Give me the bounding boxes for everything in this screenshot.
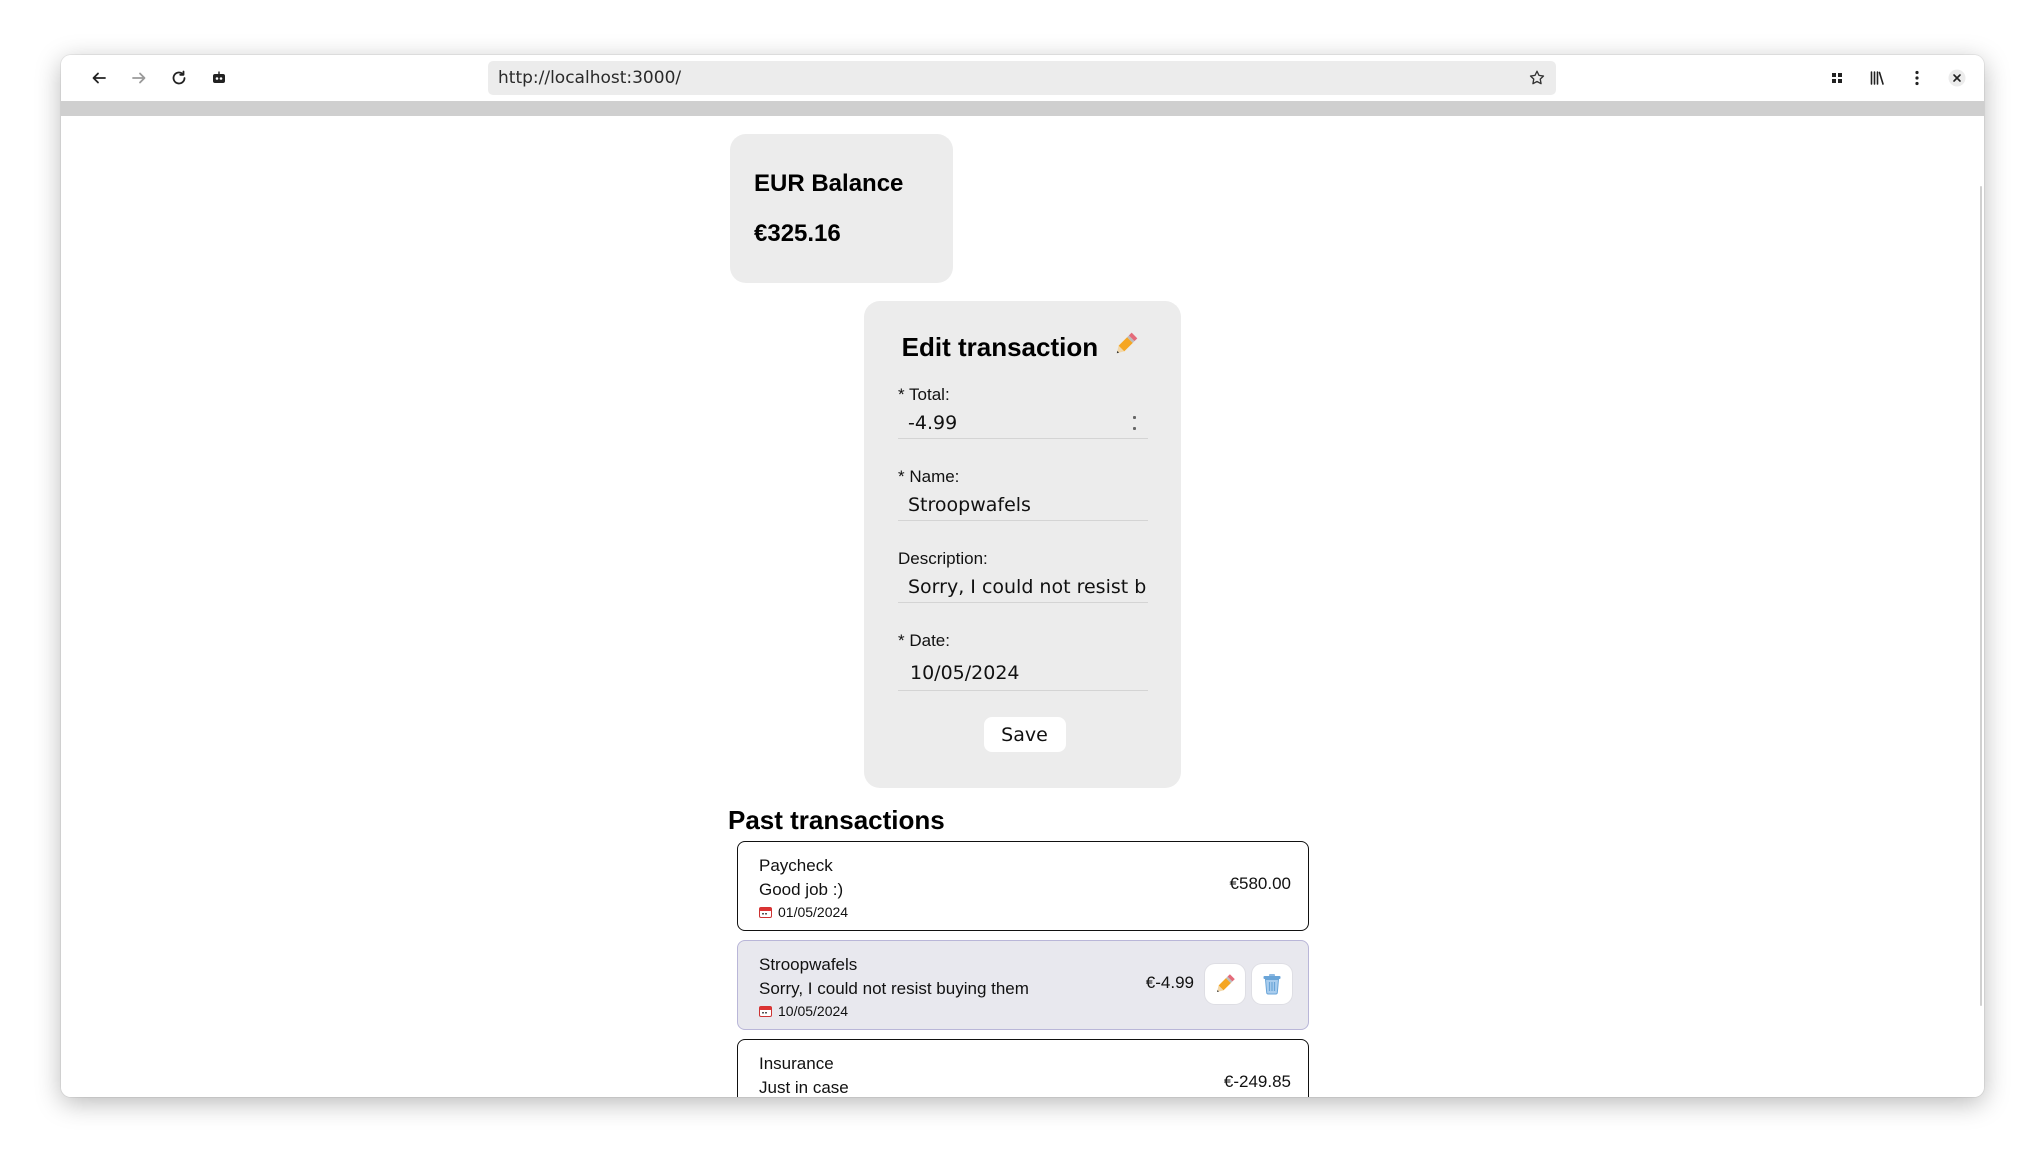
balance-value: €325.16 (754, 220, 841, 247)
description-field: Description: Sorry, I could not resist b (898, 549, 1149, 603)
vertical-scrollbar[interactable] (1980, 186, 1982, 1006)
robot-icon (213, 71, 225, 83)
library-icon (1870, 71, 1884, 85)
edit-form-title-text: Edit transaction (901, 332, 1099, 362)
transaction-date: 01/05/2024 (759, 903, 1290, 921)
forward-button[interactable] (123, 62, 155, 94)
reload-button[interactable] (163, 62, 195, 94)
description-label: Description: (898, 549, 988, 568)
calendar-icon (759, 1006, 772, 1017)
total-field: * Total: -4.99 (898, 385, 1149, 439)
save-button[interactable]: Save (983, 717, 1066, 752)
date-field: * Date: 10/05/2024 (898, 631, 1149, 691)
balance-title: EUR Balance (754, 170, 904, 197)
past-transactions-heading: Past transactions (728, 805, 945, 835)
transaction-amount: €-249.85 (1223, 1072, 1291, 1091)
back-button[interactable] (83, 62, 115, 94)
date-input[interactable]: 10/05/2024 (898, 653, 1148, 691)
edit-transaction-button[interactable] (1205, 964, 1245, 1004)
menu-button[interactable] (1901, 62, 1933, 94)
delete-transaction-button[interactable] (1252, 964, 1292, 1004)
transaction-date-text: 10/05/2024 (778, 1003, 849, 1019)
kebab-menu-icon (1915, 70, 1919, 86)
arrow-right-icon (132, 72, 146, 84)
grid-icon (1832, 73, 1842, 83)
arrow-left-icon (92, 72, 106, 84)
transaction-amount: €-4.99 (1145, 973, 1194, 992)
edit-form-title: Edit transaction (894, 329, 1149, 365)
toolbar-divider (61, 101, 1984, 116)
number-stepper-icon[interactable] (1130, 416, 1138, 430)
transaction-item[interactable]: Insurance Just in case €-249.85 (737, 1039, 1309, 1097)
site-info-button[interactable] (203, 62, 235, 94)
browser-window: http://localhost:3000/ EUR Balance €325.… (61, 55, 1984, 1097)
transaction-amount: €580.00 (1229, 874, 1291, 893)
balance-card: EUR Balance €325.16 (730, 134, 953, 283)
close-icon (1948, 69, 1966, 87)
total-value: -4.99 (908, 412, 958, 434)
name-value: Stroopwafels (908, 494, 1031, 516)
transaction-name: Insurance (759, 1054, 834, 1073)
browser-toolbar: http://localhost:3000/ (61, 55, 1984, 101)
reload-icon (172, 70, 186, 85)
transaction-name: Paycheck (759, 856, 833, 875)
name-field: * Name: Stroopwafels (898, 467, 1149, 521)
total-input[interactable]: -4.99 (898, 407, 1148, 439)
name-input[interactable]: Stroopwafels (898, 489, 1148, 521)
transaction-date-text: 01/05/2024 (778, 904, 849, 920)
transaction-date: 10/05/2024 (759, 1002, 1290, 1020)
description-value: Sorry, I could not resist b (908, 576, 1147, 598)
bookmark-star-icon[interactable] (1526, 67, 1548, 89)
pencil-icon (1217, 974, 1235, 992)
date-label: * Date: (898, 631, 950, 650)
trash-icon (1263, 974, 1281, 995)
name-label: * Name: (898, 467, 960, 486)
transaction-description: Just in case (759, 1078, 849, 1097)
library-button[interactable] (1861, 62, 1893, 94)
description-input[interactable]: Sorry, I could not resist b (898, 571, 1148, 603)
close-window-button[interactable] (1941, 62, 1973, 94)
address-bar[interactable]: http://localhost:3000/ (488, 61, 1556, 95)
transaction-item-selected[interactable]: Stroopwafels Sorry, I could not resist b… (737, 940, 1309, 1030)
extensions-button[interactable] (1821, 62, 1853, 94)
url-text: http://localhost:3000/ (498, 68, 682, 88)
page-viewport: EUR Balance €325.16 Edit transaction * T… (61, 116, 1984, 1097)
transaction-item[interactable]: Paycheck Good job :) 01/05/2024 €580.00 (737, 841, 1309, 931)
pencil-icon (1117, 332, 1138, 354)
total-label: * Total: (898, 385, 950, 404)
edit-transaction-form: Edit transaction * Total: -4.99 * Name: … (864, 301, 1181, 788)
date-value: 10/05/2024 (910, 662, 1020, 684)
transaction-description: Good job :) (759, 880, 844, 899)
calendar-icon (759, 907, 772, 918)
